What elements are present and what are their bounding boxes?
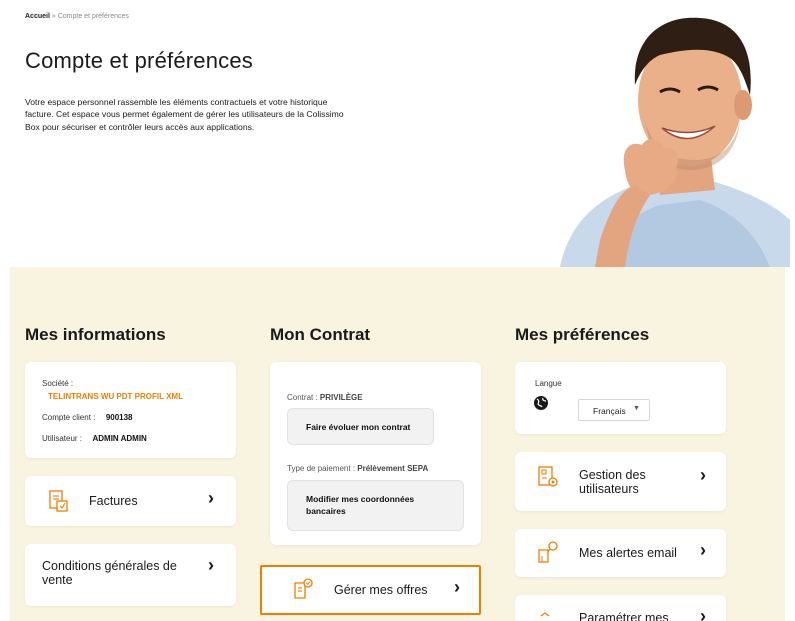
breadcrumb-separator: » [49, 13, 58, 20]
chevron-right-icon: › [208, 555, 214, 575]
gerer-offres-label: Gérer mes offres [334, 583, 428, 597]
chevron-right-icon: › [454, 577, 460, 597]
contract-label: Contrat : [287, 393, 320, 402]
page-intro: Votre espace personnel rassemble les élé… [25, 97, 344, 132]
cgv-label: Conditions générales de vente [42, 559, 177, 587]
contract-card: Contrat : PRIVILÈGE Faire évoluer mon co… [270, 362, 481, 545]
invoice-icon [49, 490, 68, 512]
parametrer-link[interactable]: Paramétrer mes › [515, 595, 726, 621]
account-info-card: Société : TELINTRANS WU PDT PROFIL XML C… [25, 362, 236, 458]
globe-icon [534, 396, 548, 410]
language-select-value: Français [593, 406, 626, 416]
mes-informations-title: Mes informations [25, 325, 166, 344]
language-card: Langue [515, 362, 726, 434]
societe-label: Société : [42, 379, 74, 388]
alertes-email-link[interactable]: Mes alertes email › [515, 529, 726, 577]
utilisateur-row: Utilisateur : ADMIN ADMIN [42, 428, 147, 446]
mes-preferences-title: Mes préférences [515, 325, 650, 344]
alertes-email-label: Mes alertes email [579, 546, 677, 560]
chevron-right-icon: › [700, 465, 706, 485]
settings-icon [540, 612, 550, 617]
language-select[interactable]: Français ▼ [578, 399, 650, 421]
contract-value: PRIVILÈGE [319, 393, 363, 402]
langue-label: Langue [535, 379, 562, 388]
hero-section: Accueil » Compte et préférences Compte e… [0, 0, 795, 267]
breadcrumb-home-link[interactable]: Accueil [25, 13, 50, 20]
compte-client-label: Compte client : [42, 413, 96, 422]
chevron-right-icon: › [700, 540, 706, 560]
modifier-coordonnees-bancaires-button[interactable]: Modifier mes coordonnées bancaires [287, 480, 464, 531]
chevron-right-icon: › [700, 606, 706, 621]
utilisateur-value: ADMIN ADMIN [92, 434, 147, 443]
compte-client-row: Compte client : 900138 [42, 407, 133, 425]
caret-down-icon: ▼ [633, 405, 640, 412]
payment-label: Type de paiement : [287, 464, 358, 473]
faire-evoluer-contrat-button[interactable]: Faire évoluer mon contrat [287, 408, 434, 445]
offers-document-icon [294, 578, 313, 599]
chevron-right-icon: › [208, 488, 214, 508]
gestion-utilisateurs-label: Gestion des utilisateurs [579, 468, 646, 496]
payment-type-row: Type de paiement : Prélèvement SEPA [287, 458, 428, 476]
factures-link[interactable]: Factures › [25, 476, 236, 526]
breadcrumb-current: Compte et préférences [57, 13, 129, 20]
hero-person-illustration [560, 17, 790, 267]
user-management-icon [538, 466, 558, 487]
cgv-link[interactable]: Conditions générales de vente › [25, 544, 236, 606]
breadcrumb: Accueil » Compte et préférences [25, 13, 129, 20]
payment-value: Prélèvement SEPA [357, 464, 429, 473]
page-title: Compte et préférences [25, 48, 253, 73]
societe-value: TELINTRANS WU PDT PROFIL XML [48, 392, 183, 401]
factures-label: Factures [89, 494, 138, 508]
compte-client-value: 900138 [105, 413, 133, 422]
gerer-offres-link[interactable]: Gérer mes offres › [260, 565, 481, 615]
parametrer-label: Paramétrer mes [579, 611, 669, 621]
contract-type-row: Contrat : PRIVILÈGE [287, 387, 363, 405]
utilisateur-label: Utilisateur : [42, 434, 83, 443]
mon-contrat-title: Mon Contrat [270, 325, 371, 344]
gestion-utilisateurs-link[interactable]: Gestion des utilisateurs › [515, 452, 726, 511]
alert-bell-icon [538, 541, 558, 563]
